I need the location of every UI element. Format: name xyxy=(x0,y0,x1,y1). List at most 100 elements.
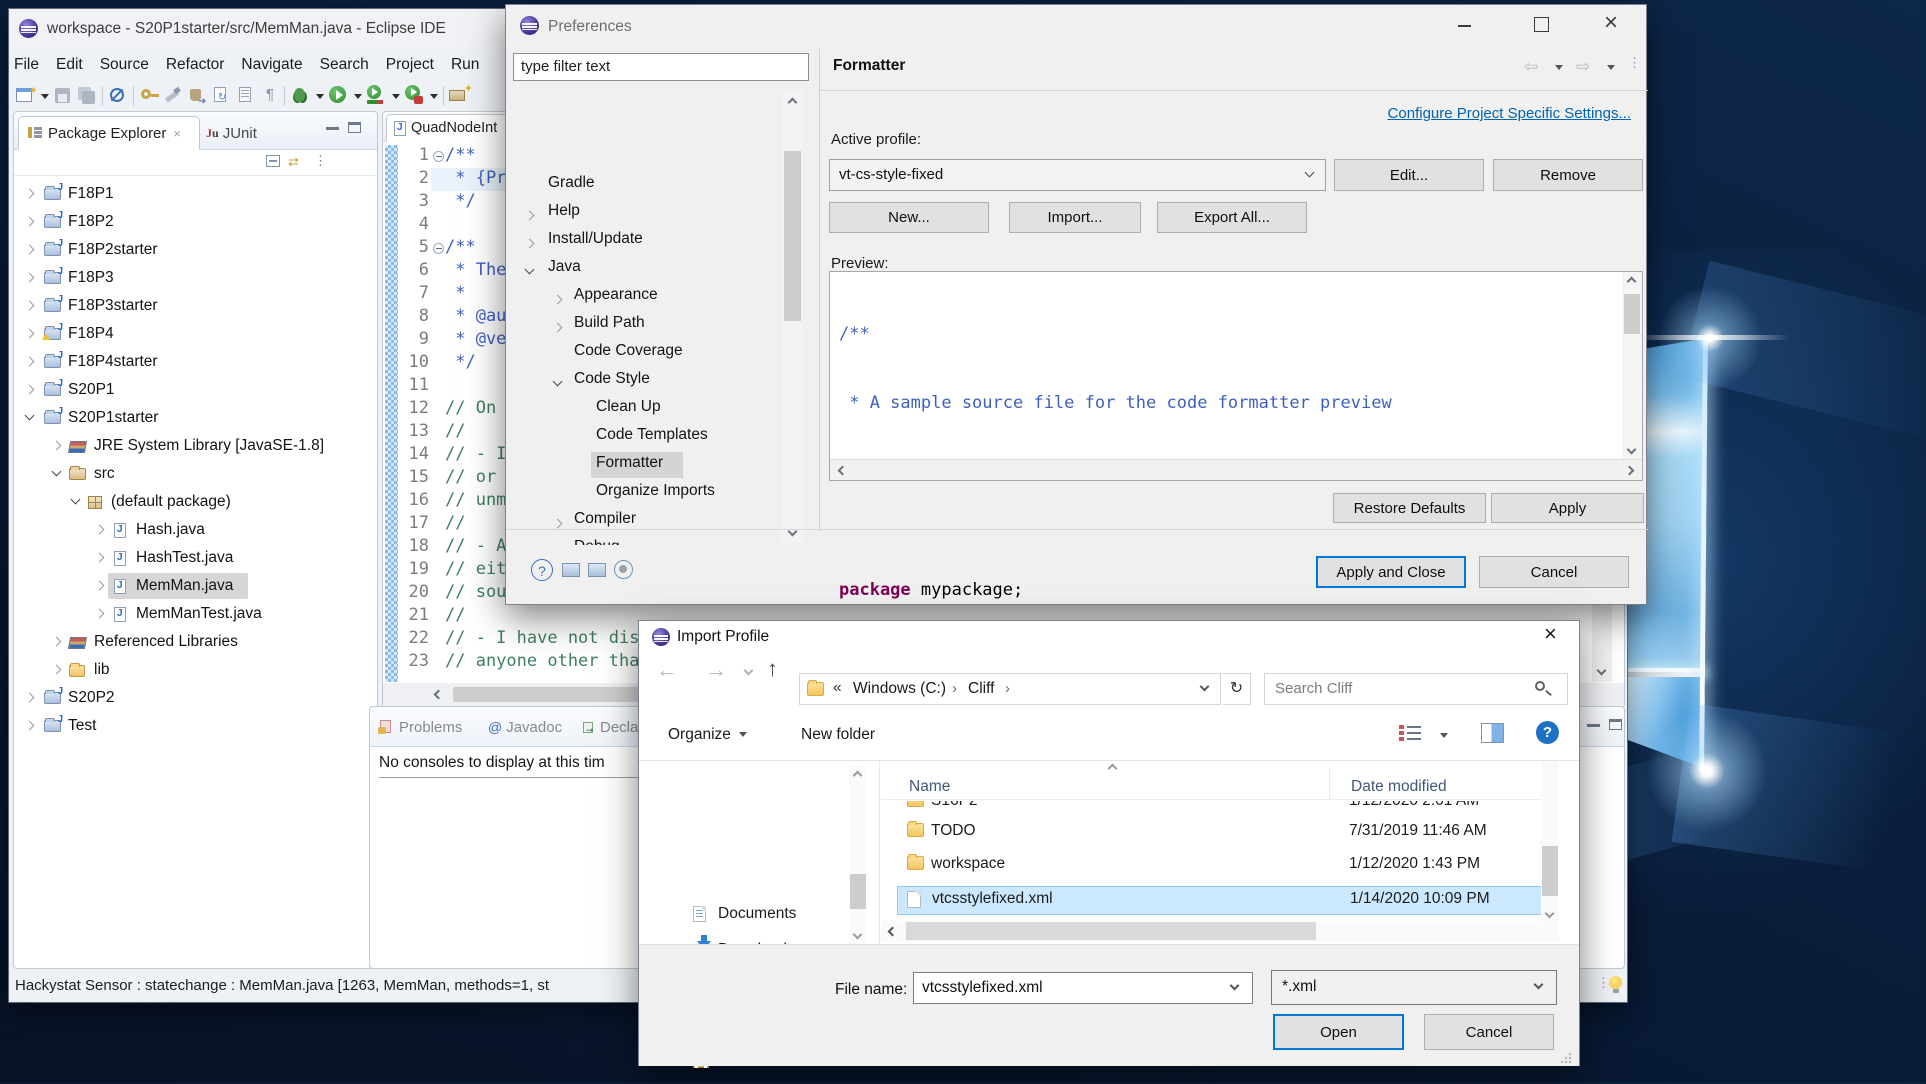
help-icon[interactable]: ? xyxy=(531,559,553,581)
address-dropdown[interactable] xyxy=(1200,682,1210,692)
organize-menu[interactable]: Organize xyxy=(668,726,750,744)
column-name[interactable]: Name xyxy=(909,778,950,796)
tree-item[interactable]: MemManTest.java xyxy=(14,601,375,628)
refresh-doc-icon[interactable]: ↻ xyxy=(210,84,234,108)
coverage-dropdown[interactable] xyxy=(392,94,400,99)
maximize-view-icon[interactable] xyxy=(348,122,361,133)
column-date-modified[interactable]: Date modified xyxy=(1351,778,1447,796)
debug-icon[interactable] xyxy=(289,84,313,108)
import-prefs-icon[interactable] xyxy=(562,563,580,577)
link-editor-icon[interactable]: ⇄ xyxy=(288,154,299,170)
tree-item[interactable]: F18P3starter xyxy=(14,293,375,320)
minimize-button[interactable] xyxy=(1458,25,1471,27)
profile-combobox[interactable]: vt-cs-style-fixed xyxy=(829,159,1326,191)
tree-item[interactable]: F18P3 xyxy=(14,265,375,292)
tree-item[interactable]: src xyxy=(14,461,375,488)
tree-item-selected[interactable]: MemMan.java xyxy=(14,573,375,600)
file-name-input[interactable]: vtcsstylefixed.xml xyxy=(913,972,1253,1004)
filter-input[interactable]: type filter text xyxy=(513,53,809,81)
tree-item[interactable]: S20P1starter xyxy=(14,405,375,432)
preview-vscrollbar[interactable] xyxy=(1622,272,1642,459)
recent-locations-dropdown[interactable] xyxy=(744,666,754,676)
file-row[interactable]: TODO7/31/2019 11:46 AM xyxy=(881,822,1559,852)
tree-item[interactable]: lib xyxy=(14,657,375,684)
sidebar-documents[interactable]: Documents xyxy=(639,907,879,937)
views-dropdown[interactable] xyxy=(1440,733,1448,738)
menu-search[interactable]: Search xyxy=(320,56,369,74)
tree-item[interactable]: JRE System Library [JavaSE-1.8] xyxy=(14,433,375,460)
new-button[interactable]: New... xyxy=(829,202,989,233)
tree-item[interactable]: Referenced Libraries xyxy=(14,629,375,656)
profile-icon[interactable] xyxy=(403,84,427,108)
up-icon[interactable]: ↑ xyxy=(767,656,778,682)
export-all-button[interactable]: Export All... xyxy=(1157,202,1307,233)
crumb-cliff[interactable]: Cliff xyxy=(968,680,994,698)
tab-javadoc[interactable]: @ Javadoc xyxy=(488,710,562,744)
cancel-button[interactable]: Cancel xyxy=(1424,1014,1554,1050)
tree-item[interactable]: Hash.java xyxy=(14,517,375,544)
menu-run[interactable]: Run xyxy=(451,56,479,74)
nav-forward-dropdown[interactable] xyxy=(1607,65,1615,70)
file-row[interactable]: workspace1/12/2020 1:43 PM xyxy=(881,855,1559,885)
remove-button[interactable]: Remove xyxy=(1493,159,1643,191)
debug-key-icon[interactable] xyxy=(138,84,162,108)
help-icon[interactable]: ? xyxy=(1536,721,1559,744)
run-icon[interactable] xyxy=(327,84,351,108)
new-wizard-icon[interactable]: ✦ xyxy=(14,84,38,108)
nav-back-dropdown[interactable] xyxy=(1555,65,1563,70)
view-menu-icon[interactable]: ⋮ xyxy=(314,153,327,169)
brush-icon[interactable] xyxy=(162,84,186,108)
close-button[interactable]: × xyxy=(1544,621,1557,647)
import-button[interactable]: Import... xyxy=(1009,202,1141,233)
close-button[interactable]: × xyxy=(1604,9,1618,37)
tab-close-icon[interactable]: × xyxy=(173,126,181,141)
resize-grip[interactable] xyxy=(1561,1053,1571,1063)
save-all-icon[interactable] xyxy=(76,84,100,108)
back-icon[interactable]: ← xyxy=(656,657,678,683)
oomph-icon[interactable] xyxy=(614,560,633,579)
tree-item[interactable]: (default package) xyxy=(14,489,375,516)
preview-hscrollbar[interactable] xyxy=(830,459,1642,480)
new-wizard-dropdown[interactable] xyxy=(41,94,49,99)
prefs-titlebar[interactable]: Preferences × xyxy=(506,5,1646,49)
refresh-button[interactable]: ↻ xyxy=(1223,673,1251,705)
tab-declaration[interactable]: ➞ Decla xyxy=(582,710,638,744)
minimize-view-icon[interactable] xyxy=(1587,723,1600,727)
tab-junit[interactable]: Ju JUnit xyxy=(206,116,286,150)
menu-file[interactable]: File xyxy=(14,56,39,74)
tree-item[interactable]: F18P4 xyxy=(14,321,375,348)
tree-item[interactable]: S20P1 xyxy=(14,377,375,404)
forward-icon[interactable]: → xyxy=(705,657,727,683)
preview-pane-icon[interactable] xyxy=(1481,723,1504,743)
maximize-view-icon[interactable] xyxy=(1609,719,1622,730)
menu-edit[interactable]: Edit xyxy=(56,56,83,74)
apply-and-close-button[interactable]: Apply and Close xyxy=(1316,556,1466,588)
crumb-windows[interactable]: Windows (C:) xyxy=(853,680,946,698)
coverage-icon[interactable] xyxy=(365,84,389,108)
debug-dropdown[interactable] xyxy=(316,94,324,99)
file-row[interactable]: S16P21/12/2020 2:01 AM xyxy=(881,801,1559,822)
import-titlebar[interactable]: Import Profile × xyxy=(639,621,1579,653)
edit-button[interactable]: Edit... xyxy=(1334,159,1484,191)
apply-button[interactable]: Apply xyxy=(1491,493,1644,523)
export-prefs-icon[interactable] xyxy=(588,563,606,577)
tree-item[interactable]: Test xyxy=(14,713,375,740)
tree-item[interactable]: F18P4starter xyxy=(14,349,375,376)
menu-source[interactable]: Source xyxy=(100,56,149,74)
minimize-view-icon[interactable] xyxy=(326,126,339,130)
lightbulb-icon[interactable] xyxy=(1609,976,1622,989)
prefs-tree-scrollbar[interactable] xyxy=(782,91,803,543)
cancel-button[interactable]: Cancel xyxy=(1479,556,1629,588)
jar-icon[interactable]: ➜ xyxy=(186,84,210,108)
open-button[interactable]: Open xyxy=(1273,1014,1404,1050)
tree-item[interactable]: F18P1 xyxy=(14,181,375,208)
menu-navigate[interactable]: Navigate xyxy=(241,56,302,74)
new-folder-button[interactable]: New folder xyxy=(801,726,875,744)
tree-item[interactable]: S20P2 xyxy=(14,685,375,712)
configure-project-link[interactable]: Configure Project Specific Settings... xyxy=(1226,105,1631,122)
profile-dropdown[interactable] xyxy=(430,94,438,99)
views-icon[interactable] xyxy=(1399,723,1423,745)
search-box[interactable]: Search Cliff xyxy=(1264,673,1568,705)
menu-refactor[interactable]: Refactor xyxy=(166,56,225,74)
address-bar[interactable]: « Windows (C:) › Cliff › xyxy=(799,673,1221,705)
